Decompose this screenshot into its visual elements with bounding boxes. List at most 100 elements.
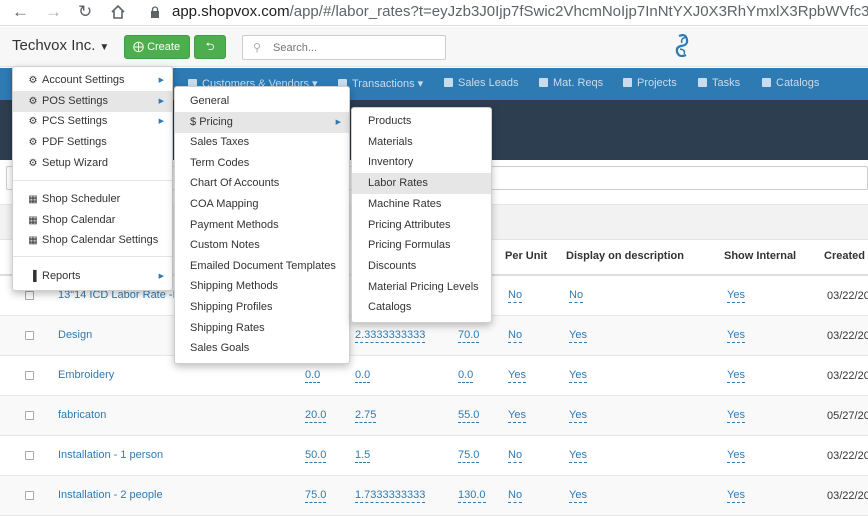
row-per-unit[interactable]: No bbox=[508, 449, 523, 463]
nav-tasks[interactable]: Tasks bbox=[698, 77, 740, 89]
row-per-unit[interactable]: No bbox=[508, 289, 523, 303]
row-per-unit[interactable]: Yes bbox=[508, 409, 526, 423]
row-field-1[interactable]: 0.0 bbox=[305, 369, 321, 383]
row-field-3[interactable]: 70.0 bbox=[458, 329, 480, 343]
col-header-display-on-description[interactable]: Display on description bbox=[566, 250, 684, 262]
row-field-1[interactable]: 75.0 bbox=[305, 489, 327, 503]
nav-label: Projects bbox=[637, 77, 677, 89]
nav-mat-reqs[interactable]: Mat. Reqs bbox=[539, 77, 603, 89]
pos-item-pricing[interactable]: $ Pricing ▶ bbox=[175, 111, 349, 133]
settings-item-setup-wizard[interactable]: ⚙ Setup Wizard bbox=[13, 153, 172, 174]
pricing-item-labor-rates[interactable]: Labor Rates bbox=[352, 173, 491, 195]
row-field-2[interactable]: 0.0 bbox=[355, 369, 371, 383]
row-show-internal[interactable]: Yes bbox=[727, 489, 745, 503]
row-checkbox[interactable] bbox=[25, 371, 34, 380]
address-bar[interactable]: app.shopvox.com/app/#/labor_rates?t=eyJz… bbox=[172, 3, 868, 20]
settings-item-reports[interactable]: ▐ Reports ▶ bbox=[13, 266, 172, 287]
pos-item-sales-taxes[interactable]: Sales Taxes bbox=[175, 132, 349, 153]
row-field-2[interactable]: 2.75 bbox=[355, 409, 377, 423]
row-name-link[interactable]: Design bbox=[58, 329, 92, 341]
row-field-2[interactable]: 1.7333333333 bbox=[355, 489, 426, 503]
row-name-link[interactable]: Embroidery bbox=[58, 369, 114, 381]
pricing-item-products[interactable]: Products bbox=[352, 111, 491, 132]
settings-item-account-settings[interactable]: ⚙ Account Settings ▶ bbox=[13, 70, 172, 91]
company-switcher[interactable]: Techvox Inc. ▼ bbox=[12, 37, 109, 54]
nav-label: Transactions bbox=[352, 78, 415, 90]
search-input[interactable] bbox=[273, 39, 438, 56]
row-checkbox[interactable] bbox=[25, 491, 34, 500]
pos-item-payment-methods[interactable]: Payment Methods bbox=[175, 215, 349, 236]
pos-item-custom-notes[interactable]: Custom Notes bbox=[175, 235, 349, 256]
col-header-show-internal[interactable]: Show Internal bbox=[724, 250, 796, 262]
row-field-1[interactable]: 50.0 bbox=[305, 449, 327, 463]
pricing-item-material-pricing-levels[interactable]: Material Pricing Levels bbox=[352, 277, 491, 298]
back-arrow-icon[interactable]: ← bbox=[12, 3, 29, 21]
row-field-2[interactable]: 1.5 bbox=[355, 449, 371, 463]
table-row[interactable]: Embroidery 0.0 0.0 0.0 Yes Yes Yes 03/22/20 bbox=[0, 356, 868, 396]
pos-item-general[interactable]: General bbox=[175, 91, 349, 112]
settings-item-pos-settings[interactable]: ⚙ POS Settings ▶ bbox=[13, 91, 172, 112]
row-name-link[interactable]: fabricaton bbox=[58, 409, 106, 421]
row-display-on-description[interactable]: Yes bbox=[569, 409, 587, 423]
settings-item-shop-calendar-settings[interactable]: ▦ Shop Calendar Settings bbox=[13, 230, 172, 251]
pos-item-chart-of-accounts[interactable]: Chart Of Accounts bbox=[175, 173, 349, 194]
create-button[interactable]: ⨁ Create bbox=[124, 35, 190, 59]
row-name-link[interactable]: Installation - 2 people bbox=[58, 489, 163, 501]
pricing-item-machine-rates[interactable]: Machine Rates bbox=[352, 194, 491, 215]
row-checkbox[interactable] bbox=[25, 451, 34, 460]
pricing-item-pricing-attributes[interactable]: Pricing Attributes bbox=[352, 215, 491, 236]
row-checkbox[interactable] bbox=[25, 291, 34, 300]
forward-arrow-icon[interactable]: → bbox=[45, 3, 62, 21]
row-display-on-description[interactable]: Yes bbox=[569, 489, 587, 503]
col-header-created[interactable]: Created bbox=[824, 250, 865, 262]
quick-action-button[interactable]: ⮌ bbox=[194, 35, 226, 59]
pos-item-coa-mapping[interactable]: COA Mapping bbox=[175, 194, 349, 215]
pos-item-emailed-document-templates[interactable]: Emailed Document Templates bbox=[175, 256, 349, 277]
row-show-internal[interactable]: Yes bbox=[727, 449, 745, 463]
pricing-item-pricing-formulas[interactable]: Pricing Formulas bbox=[352, 235, 491, 256]
nav-transactions[interactable]: Transactions ▾ bbox=[338, 77, 423, 90]
home-icon[interactable] bbox=[110, 4, 126, 20]
pos-item-shipping-methods[interactable]: Shipping Methods bbox=[175, 276, 349, 297]
row-per-unit[interactable]: Yes bbox=[508, 369, 526, 383]
settings-item-pcs-settings[interactable]: ⚙ PCS Settings ▶ bbox=[13, 111, 172, 132]
row-checkbox[interactable] bbox=[25, 411, 34, 420]
row-display-on-description[interactable]: No bbox=[569, 289, 584, 303]
table-row[interactable]: Installation - 1 person 50.0 1.5 75.0 No Yes Y… bbox=[0, 436, 868, 476]
row-checkbox[interactable] bbox=[25, 331, 34, 340]
pricing-item-inventory[interactable]: Inventory bbox=[352, 152, 491, 173]
row-field-3[interactable]: 130.0 bbox=[458, 489, 486, 503]
pricing-item-materials[interactable]: Materials bbox=[352, 132, 491, 153]
reload-icon[interactable]: ↻ bbox=[78, 3, 92, 21]
row-show-internal[interactable]: Yes bbox=[727, 369, 745, 383]
row-name-link[interactable]: Installation - 1 person bbox=[58, 449, 163, 461]
col-header-per-unit[interactable]: Per Unit bbox=[505, 250, 547, 262]
pos-item-shipping-rates[interactable]: Shipping Rates bbox=[175, 318, 349, 339]
table-row[interactable]: Installation - 2 people 75.0 1.7333333333 1… bbox=[0, 476, 868, 516]
nav-projects[interactable]: Projects bbox=[623, 77, 677, 89]
row-display-on-description[interactable]: Yes bbox=[569, 369, 587, 383]
row-field-2[interactable]: 2.3333333333 bbox=[355, 329, 426, 343]
row-per-unit[interactable]: No bbox=[508, 489, 523, 503]
row-field-1[interactable]: 20.0 bbox=[305, 409, 327, 423]
nav-sales-leads[interactable]: Sales Leads bbox=[444, 77, 519, 89]
row-show-internal[interactable]: Yes bbox=[727, 409, 745, 423]
pricing-item-catalogs[interactable]: Catalogs bbox=[352, 297, 491, 318]
row-show-internal[interactable]: Yes bbox=[727, 289, 745, 303]
pricing-item-discounts[interactable]: Discounts bbox=[352, 256, 491, 277]
nav-catalogs[interactable]: Catalogs bbox=[762, 77, 819, 89]
row-field-3[interactable]: 0.0 bbox=[458, 369, 474, 383]
pos-item-shipping-profiles[interactable]: Shipping Profiles bbox=[175, 297, 349, 318]
pos-item-term-codes[interactable]: Term Codes bbox=[175, 153, 349, 174]
settings-item-shop-scheduler[interactable]: ▦ Shop Scheduler bbox=[13, 189, 172, 210]
settings-item-pdf-settings[interactable]: ⚙ PDF Settings bbox=[13, 132, 172, 153]
row-display-on-description[interactable]: Yes bbox=[569, 449, 587, 463]
row-display-on-description[interactable]: Yes bbox=[569, 329, 587, 343]
row-per-unit[interactable]: No bbox=[508, 329, 523, 343]
table-row[interactable]: fabricaton 20.0 2.75 55.0 Yes Yes Yes 05/27/20 bbox=[0, 396, 868, 436]
row-show-internal[interactable]: Yes bbox=[727, 329, 745, 343]
settings-item-shop-calendar[interactable]: ▦ Shop Calendar bbox=[13, 210, 172, 231]
row-field-3[interactable]: 75.0 bbox=[458, 449, 480, 463]
row-field-3[interactable]: 55.0 bbox=[458, 409, 480, 423]
pos-item-sales-goals[interactable]: Sales Goals bbox=[175, 338, 349, 359]
